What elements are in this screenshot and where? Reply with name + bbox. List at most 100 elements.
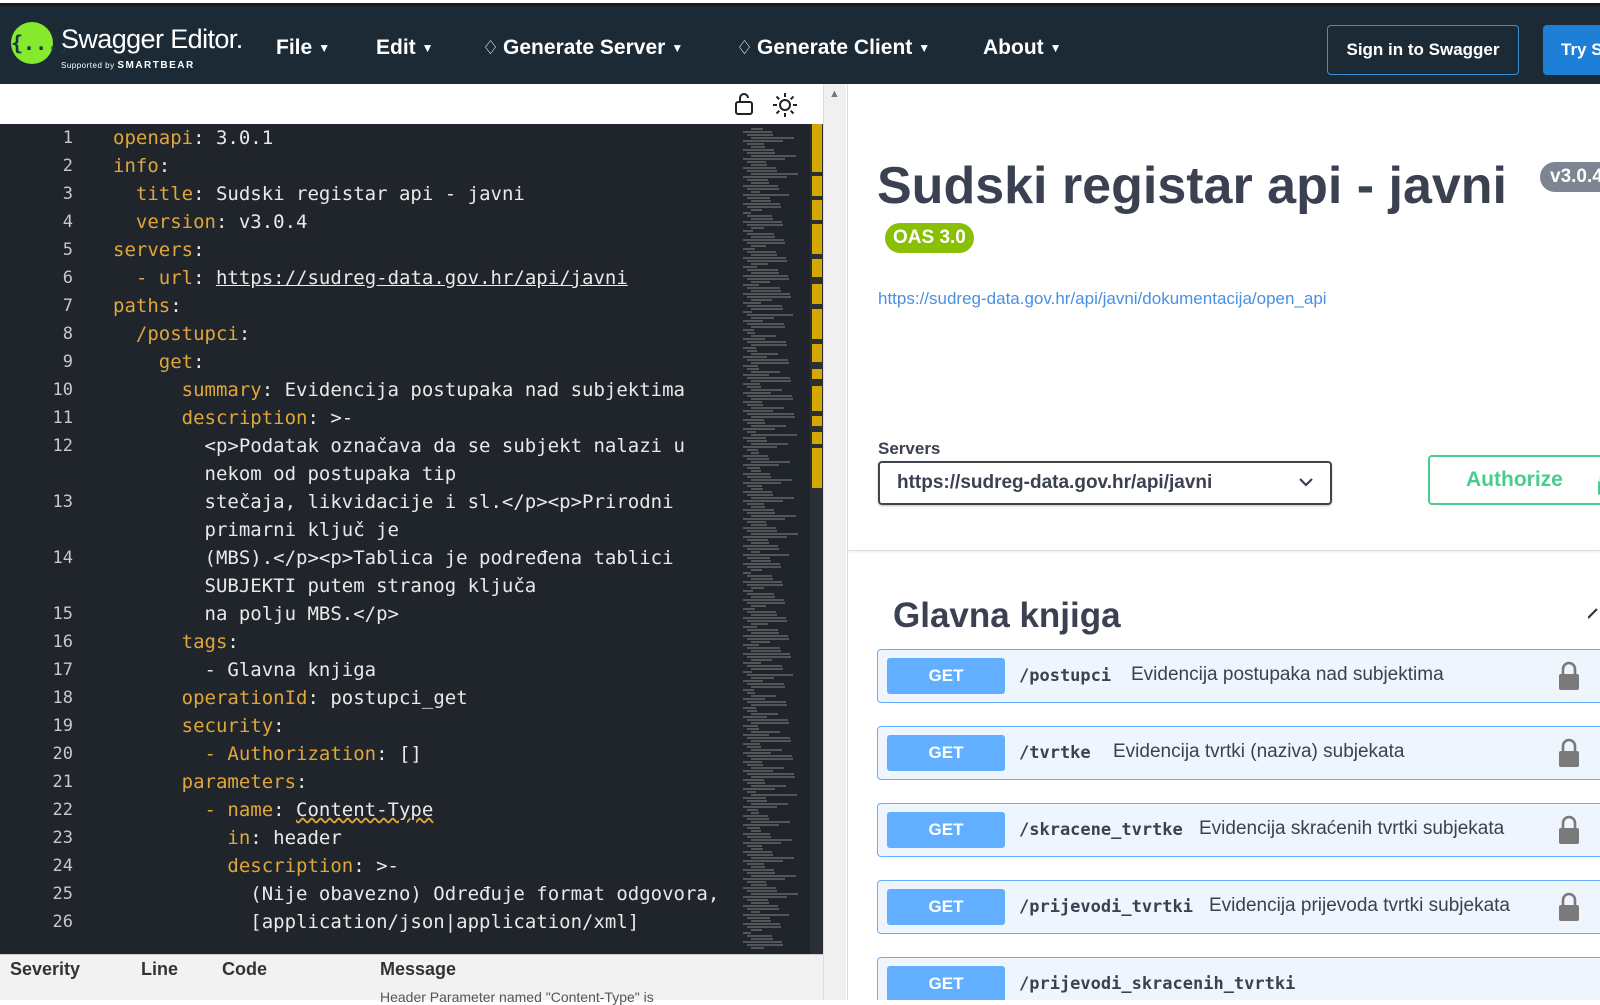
yaml-url[interactable]: https://sudreg-data.gov.hr/api/javni xyxy=(216,267,628,289)
swagger-logo-icon[interactable]: {...} xyxy=(11,22,71,64)
line-number: 7 xyxy=(62,296,73,316)
col-message[interactable]: Message xyxy=(380,959,456,980)
col-severity[interactable]: Severity xyxy=(10,959,80,980)
code-line[interactable]: 2 info: xyxy=(0,152,740,180)
code-editor[interactable]: 1 openapi: 3.0.1 2 info: 3 title: Sudski reg… xyxy=(0,124,823,954)
problem-message[interactable]: Header Parameter named "Content-Type" is xyxy=(380,989,654,1005)
code-line[interactable]: 3 title: Sudski registar api - javni xyxy=(0,180,740,208)
operation-row[interactable]: GET/prijevodi_skracenih_tvrtki xyxy=(877,957,1600,1000)
code-line[interactable]: 13 stečaja, likvidacije i sl.</p><p>Prir… xyxy=(0,488,740,516)
sign-in-button[interactable]: Sign in to Swagger xyxy=(1327,25,1519,75)
code-line[interactable]: 19 security: xyxy=(0,712,740,740)
code-line[interactable]: primarni ključ je xyxy=(0,516,740,544)
minimap-line xyxy=(747,593,774,595)
yaml-value: : >- xyxy=(307,407,354,429)
code-line[interactable]: 21 parameters: xyxy=(0,768,740,796)
chevron-up-icon[interactable] xyxy=(1587,604,1600,630)
code-line[interactable]: 18 operationId: postupci_get xyxy=(0,684,740,712)
sun-icon[interactable] xyxy=(772,92,798,124)
brand-name[interactable]: Swagger Editor. xyxy=(61,24,243,55)
scroll-up-arrow-icon[interactable]: ▲ xyxy=(829,88,840,100)
minimap-line xyxy=(751,290,781,292)
indent-guide xyxy=(113,631,182,653)
minimap-line xyxy=(751,380,791,382)
code-line[interactable]: 8 /postupci: xyxy=(0,320,740,348)
minimap-line xyxy=(743,311,752,313)
code-line[interactable]: 12 <p>Podatak označava da se subjekt nal… xyxy=(0,432,740,460)
lock-icon[interactable] xyxy=(1556,892,1584,922)
editor-scrollbar[interactable] xyxy=(810,124,823,954)
minimap-line xyxy=(747,530,777,532)
col-line[interactable]: Line xyxy=(141,959,178,980)
menu-about[interactable]: About ▼ xyxy=(983,36,1062,60)
minimap-line xyxy=(751,326,785,328)
operation-row[interactable]: GET/postupci Evidencija postupaka nad sub… xyxy=(877,649,1600,703)
code-text: primarni ključ je xyxy=(113,516,399,544)
code-line[interactable]: 24 description: >- xyxy=(0,852,740,880)
code-line[interactable]: 16 tags: xyxy=(0,628,740,656)
try-button[interactable]: Try S xyxy=(1543,25,1600,75)
code-line[interactable]: 25 (Nije obavezno) Određuje format odgov… xyxy=(0,880,740,908)
code-line[interactable]: nekom od postupaka tip xyxy=(0,460,740,488)
minimap-line xyxy=(747,908,779,910)
line-number: 16 xyxy=(52,632,73,652)
code-line[interactable]: 11 description: >- xyxy=(0,404,740,432)
code-line[interactable]: 14 (MBS).</p><p>Tablica je podređena tab… xyxy=(0,544,740,572)
minimap-line xyxy=(751,335,776,337)
code-line[interactable]: 20 - Authorization: [] xyxy=(0,740,740,768)
pane-divider-scrollbar[interactable]: ▲ xyxy=(823,84,846,1000)
line-number: 20 xyxy=(52,744,73,764)
yaml-value: : v3.0.4 xyxy=(215,211,308,233)
code-line[interactable]: 9 get: xyxy=(0,348,740,376)
operation-row[interactable]: GET/tvrtke Evidencija tvrtki (naziva) sub… xyxy=(877,726,1600,780)
yaml-key: get xyxy=(158,351,194,373)
yaml-key: /postupci xyxy=(135,323,239,345)
code-line[interactable]: 10 summary: Evidencija postupaka nad sub… xyxy=(0,376,740,404)
code-line[interactable]: 26 [application/json|application/xml] xyxy=(0,908,740,936)
menu-file[interactable]: File ▼ xyxy=(276,36,330,60)
minimap-line xyxy=(743,365,758,367)
lock-icon[interactable] xyxy=(1556,738,1584,768)
caret-down-icon: ▼ xyxy=(421,41,434,56)
spec-url-link[interactable]: https://sudreg-data.gov.hr/api/javni/dok… xyxy=(878,289,1327,309)
lock-icon[interactable] xyxy=(1556,815,1584,845)
code-line[interactable]: 7 paths: xyxy=(0,292,740,320)
minimap-line xyxy=(743,833,770,835)
operation-row[interactable]: GET/prijevodi_tvrtki Evidencija prijevoda… xyxy=(877,880,1600,934)
minimap-line xyxy=(743,815,768,817)
minimap-line xyxy=(751,569,762,571)
minimap-line xyxy=(751,650,781,652)
code-line[interactable]: 15 na polju MBS.</p> xyxy=(0,600,740,628)
minimap-line xyxy=(751,677,774,679)
server-select-value: https://sudreg-data.gov.hr/api/javni xyxy=(897,472,1213,493)
col-code[interactable]: Code xyxy=(222,959,267,980)
operation-row[interactable]: GET/skracene_tvrtke Evidencija skraćenih … xyxy=(877,803,1600,857)
code-line[interactable]: 4 version: v3.0.4 xyxy=(0,208,740,236)
minimap-line xyxy=(747,161,766,163)
menu-generate-client[interactable]: ♢ Generate Client ▼ xyxy=(736,36,930,60)
unlock-icon[interactable] xyxy=(733,92,755,122)
server-select[interactable]: https://sudreg-data.gov.hr/api/javni xyxy=(878,461,1332,505)
lock-icon[interactable] xyxy=(1556,661,1584,691)
minimap-line xyxy=(743,617,786,619)
editor-minimap[interactable] xyxy=(743,124,801,954)
minimap-line xyxy=(743,752,771,754)
minimap-line xyxy=(747,656,791,658)
warning-squiggle[interactable]: Content-Type xyxy=(296,799,433,821)
code-line[interactable]: 6 - url: https://sudreg-data.gov.hr/api/… xyxy=(0,264,740,292)
code-line[interactable]: 1 openapi: 3.0.1 xyxy=(0,124,740,152)
tag-title[interactable]: Glavna knjiga xyxy=(893,596,1121,636)
minimap-line xyxy=(751,245,766,247)
menu-edit[interactable]: Edit ▼ xyxy=(376,36,434,60)
code-line[interactable]: 23 in: header xyxy=(0,824,740,852)
code-line[interactable]: 17 - Glavna knjiga xyxy=(0,656,740,684)
code-line[interactable]: SUBJEKTI putem stranog ključa xyxy=(0,572,740,600)
minimap-line xyxy=(751,767,784,769)
code-line[interactable]: 22 - name: Content-Type xyxy=(0,796,740,824)
menu-generate-server[interactable]: ♢ Generate Server ▼ xyxy=(482,36,683,60)
minimap-line xyxy=(751,524,767,526)
code-line[interactable]: 5 servers: xyxy=(0,236,740,264)
minimap-line xyxy=(743,635,788,637)
minimap-line xyxy=(751,128,763,130)
authorize-button[interactable]: Authorize xyxy=(1428,455,1600,505)
